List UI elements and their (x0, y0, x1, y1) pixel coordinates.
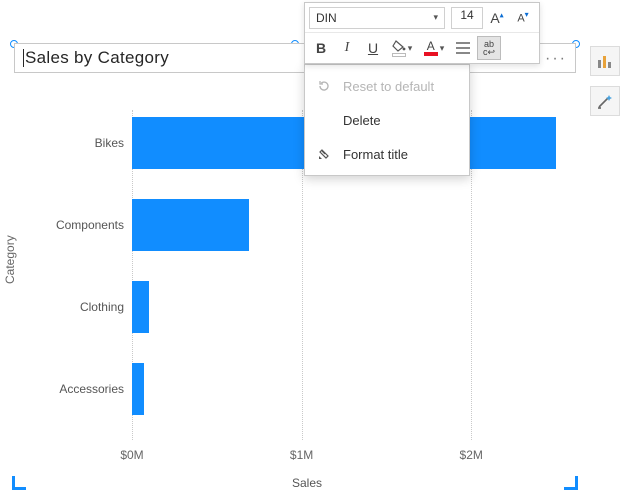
menu-format-title-label: Format title (343, 147, 408, 162)
blank-icon (315, 111, 333, 129)
chevron-down-icon: ▾ (408, 43, 413, 54)
title-context-menu: Reset to default Delete Format title (304, 64, 470, 176)
menu-reset-label: Reset to default (343, 79, 434, 94)
bucket-icon (392, 40, 406, 57)
font-family-value: DIN (316, 11, 337, 25)
x-tick-label: $0M (120, 448, 143, 462)
bar-row: Clothing (132, 278, 556, 336)
wrap-text-button[interactable]: abc↩ (477, 36, 501, 60)
category-label: Clothing (30, 300, 124, 314)
fill-color-button[interactable]: ▾ (387, 36, 417, 60)
chart-title-text: Sales by Category (25, 48, 169, 68)
side-chart-button[interactable] (590, 46, 620, 76)
menu-delete[interactable]: Delete (305, 103, 469, 137)
more-options-button[interactable]: ··· (541, 46, 571, 72)
bar-chart-icon (596, 52, 614, 70)
bar-row: Accessories (132, 360, 556, 418)
chevron-down-icon: ▾ (440, 43, 445, 54)
bar[interactable] (132, 363, 144, 415)
category-label: Components (30, 218, 124, 232)
chart-area: Category Sales $0M$1M$2MBikesComponentsC… (14, 80, 576, 488)
x-axis-label: Sales (292, 476, 322, 490)
bold-button[interactable]: B (309, 36, 333, 60)
category-label: Accessories (30, 382, 124, 396)
category-label: Bikes (30, 136, 124, 150)
bar[interactable] (132, 199, 249, 251)
magic-pen-icon (596, 92, 614, 110)
text-format-toolbar: DIN ▾ 14 A▴ A▾ B I U ▾ A ▾ (304, 2, 540, 64)
font-family-select[interactable]: DIN ▾ (309, 7, 445, 29)
align-button[interactable] (451, 36, 475, 60)
x-tick-label: $1M (290, 448, 313, 462)
underline-button[interactable]: U (361, 36, 385, 60)
align-icon (455, 41, 471, 55)
font-size-input[interactable]: 14 (451, 7, 483, 29)
chevron-down-icon: ▾ (433, 12, 438, 23)
font-color-button[interactable]: A ▾ (419, 36, 449, 60)
font-color-icon: A (424, 41, 438, 56)
y-axis-label: Category (3, 235, 17, 284)
wrap-icon: abc↩ (483, 40, 495, 56)
decrease-font-button[interactable]: A▾ (511, 6, 535, 30)
x-tick-label: $2M (460, 448, 483, 462)
menu-format-title[interactable]: Format title (305, 137, 469, 171)
reset-icon (315, 77, 333, 95)
format-title-icon (315, 145, 333, 163)
bar-row: Components (132, 196, 556, 254)
side-sparkle-button[interactable] (590, 86, 620, 116)
text-caret (23, 49, 24, 67)
italic-button[interactable]: I (335, 36, 359, 60)
menu-reset-default: Reset to default (305, 69, 469, 103)
chart-visual[interactable]: Sales by Category ··· Category Sales $0M… (14, 44, 576, 488)
increase-font-button[interactable]: A▴ (485, 6, 509, 30)
menu-delete-label: Delete (343, 113, 381, 128)
bar[interactable] (132, 281, 149, 333)
